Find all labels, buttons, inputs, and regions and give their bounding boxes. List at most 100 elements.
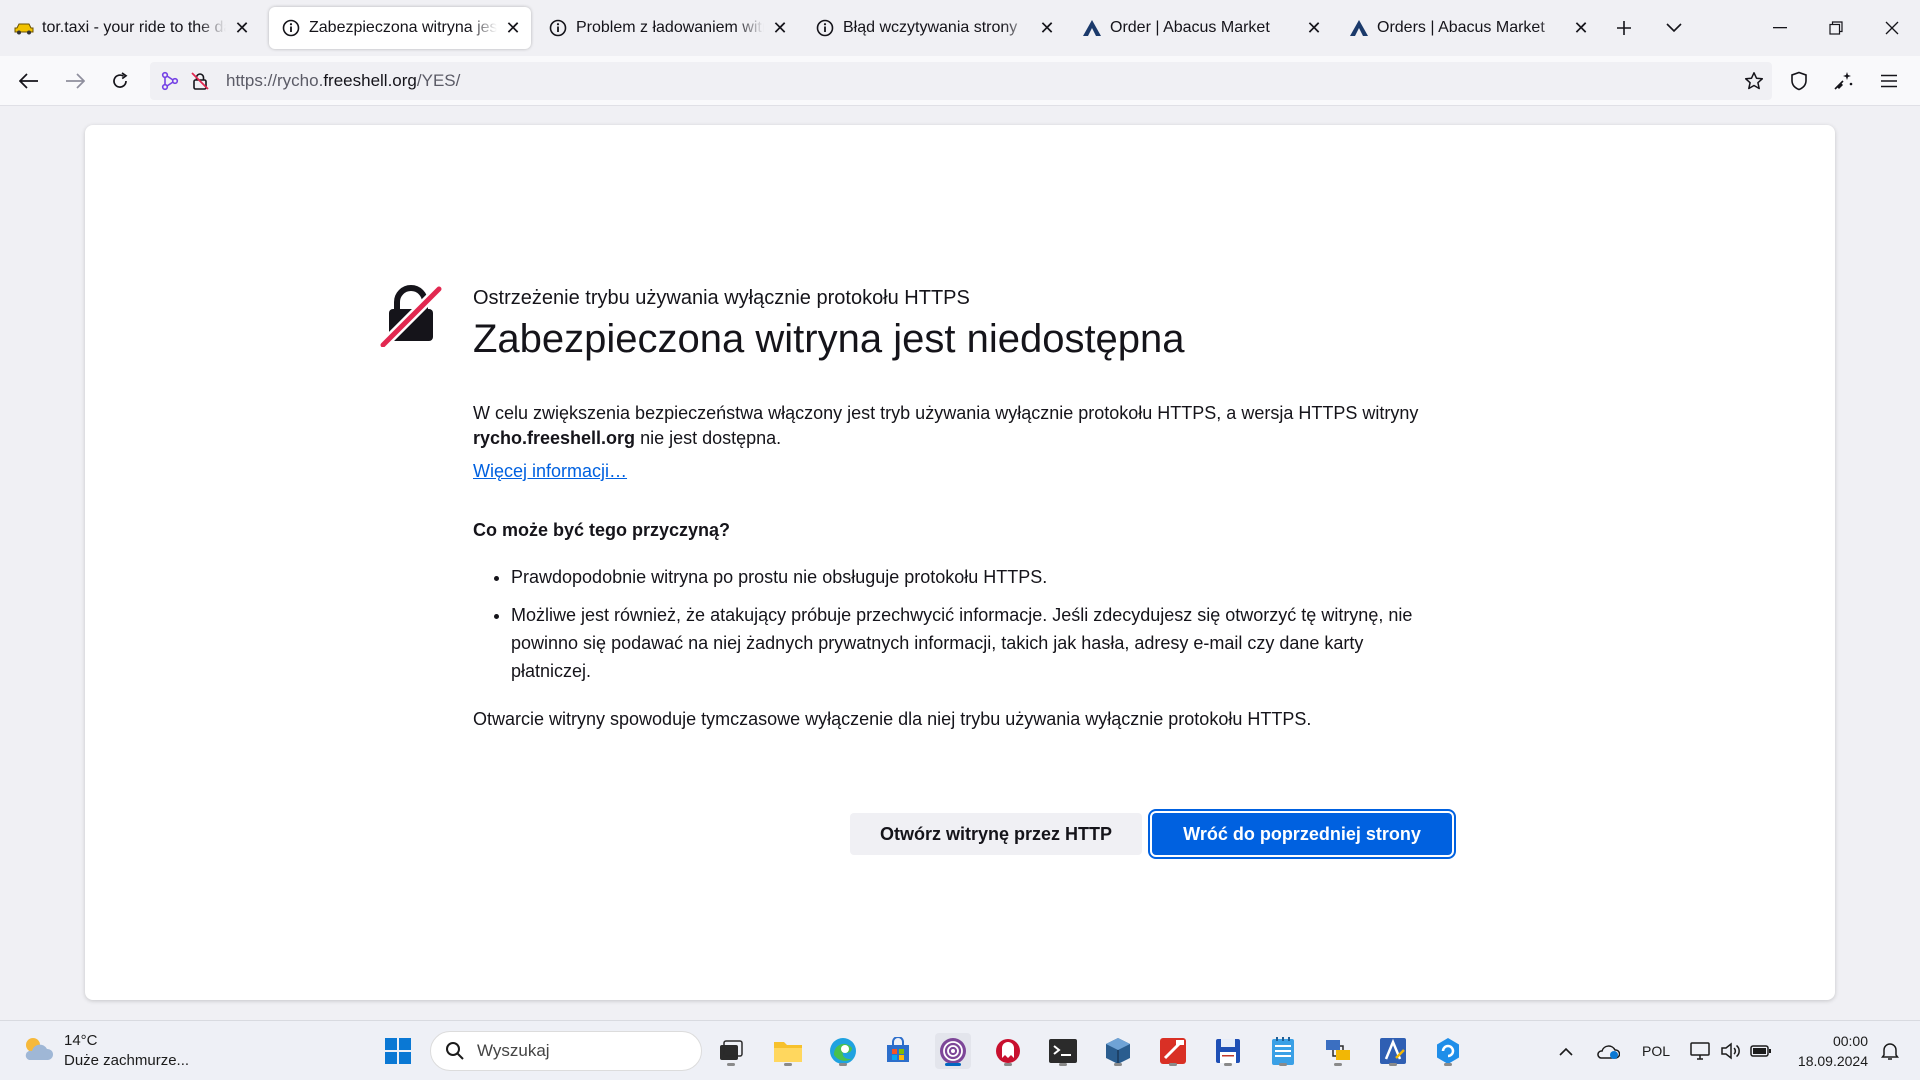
clock-time: 00:00 <box>1832 1033 1868 1049</box>
file-explorer-icon[interactable] <box>770 1033 806 1069</box>
plus-icon <box>1617 21 1631 35</box>
weather-temp: 14°C <box>64 1032 98 1049</box>
arrow-right-icon <box>66 73 85 89</box>
network-icon[interactable] <box>1688 1021 1714 1080</box>
shield-icon <box>1791 71 1807 91</box>
window-close-button[interactable] <box>1864 0 1920 56</box>
tab-label: Zabezpieczona witryna jest niedostępna <box>309 19 497 36</box>
error-message: Ostrzeżenie trybu używania wyłącznie pro… <box>473 285 1443 732</box>
broken-lock-icon <box>379 283 443 349</box>
app-red-icon[interactable] <box>990 1033 1026 1069</box>
running-indicator <box>839 1063 847 1066</box>
tab-page-load-error[interactable]: Błąd wczytywania strony ✕ <box>803 7 1065 49</box>
close-tab-icon[interactable]: ✕ <box>1571 18 1591 38</box>
start-button[interactable] <box>380 1033 416 1069</box>
vpn-app-icon[interactable] <box>1430 1033 1466 1069</box>
abacus-icon <box>1349 18 1369 38</box>
notepad-icon[interactable] <box>1265 1033 1301 1069</box>
causes-heading: Co może być tego przyczyną? <box>473 520 731 540</box>
error-card: Ostrzeżenie trybu używania wyłącznie pro… <box>85 125 1835 1000</box>
tor-circuit-icon[interactable] <box>160 71 180 96</box>
tab-label: Orders | Abacus Market <box>1377 19 1545 36</box>
open-site-note: Otwarcie witryny spowoduje tymczasowe wy… <box>473 709 1312 729</box>
show-hidden-icons-button[interactable] <box>1552 1021 1580 1080</box>
virtualbox-icon[interactable] <box>1100 1033 1136 1069</box>
tab-strip: tor.taxi - your ride to the darkweb ✕ Za… <box>0 0 1920 56</box>
running-indicator <box>1224 1063 1232 1066</box>
url-text[interactable]: https://rycho.freeshell.org/YES/ <box>226 62 460 100</box>
reload-button[interactable] <box>103 64 137 98</box>
save-disk-icon[interactable] <box>1210 1033 1246 1069</box>
reload-icon <box>113 72 128 88</box>
terminal-icon[interactable] <box>1045 1033 1081 1069</box>
security-level-button[interactable] <box>1782 64 1816 98</box>
bell-icon <box>1881 1043 1899 1060</box>
close-tab-icon[interactable]: ✕ <box>770 18 790 38</box>
forward-button[interactable] <box>58 64 92 98</box>
close-tab-icon[interactable]: ✕ <box>1304 18 1324 38</box>
onedrive-icon[interactable] <box>1592 1021 1624 1080</box>
restore-icon <box>1829 21 1843 35</box>
notifications-button[interactable] <box>1872 1021 1908 1080</box>
taxi-icon <box>14 18 34 38</box>
tor-browser-taskbar-icon[interactable] <box>935 1033 971 1069</box>
tab-abacus-order[interactable]: Order | Abacus Market ✕ <box>1070 7 1332 49</box>
taskbar-search[interactable]: Wyszukaj <box>430 1031 702 1071</box>
info-icon <box>815 18 835 38</box>
back-button[interactable] <box>12 64 46 98</box>
task-view-icon[interactable] <box>713 1033 749 1069</box>
minimize-icon <box>1773 27 1787 29</box>
causes-list: Prawdopodobnie witryna po prostu nie obs… <box>473 563 1443 685</box>
tab-label: Błąd wczytywania strony <box>843 19 1018 36</box>
window-minimize-button[interactable] <box>1752 0 1808 56</box>
list-all-tabs-button[interactable] <box>1658 12 1690 44</box>
close-tab-icon[interactable]: ✕ <box>1037 18 1057 38</box>
language-indicator[interactable]: POL <box>1640 1021 1672 1080</box>
running-indicator <box>1444 1063 1452 1066</box>
new-tab-button[interactable] <box>1608 12 1640 44</box>
running-indicator <box>1059 1063 1067 1066</box>
close-tab-icon[interactable]: ✕ <box>503 18 523 38</box>
tab-label: Problem z ładowaniem witryny <box>576 19 764 36</box>
tab-label: Order | Abacus Market <box>1110 19 1270 36</box>
page-content: Ostrzeżenie trybu używania wyłącznie pro… <box>0 107 1920 1020</box>
list-item: Możliwe jest również, że atakujący próbu… <box>511 601 1443 685</box>
volume-icon[interactable] <box>1718 1021 1744 1080</box>
active-indicator <box>945 1063 961 1066</box>
abacus-icon <box>1082 18 1102 38</box>
windows-icon <box>385 1038 411 1064</box>
tab-abacus-orders[interactable]: Orders | Abacus Market ✕ <box>1337 7 1599 49</box>
intro-text-end: nie jest dostępna. <box>635 428 782 448</box>
info-icon <box>548 18 568 38</box>
address-bar[interactable]: https://rycho.freeshell.org/YES/ <box>150 62 1772 100</box>
tab-secure-site-unavailable[interactable]: Zabezpieczona witryna jest niedostępna ✕ <box>269 7 531 49</box>
search-placeholder: Wyszukaj <box>477 1041 550 1060</box>
battery-icon[interactable] <box>1748 1021 1774 1080</box>
insecure-lock-icon[interactable] <box>190 71 210 96</box>
hamburger-menu-icon <box>1881 74 1897 88</box>
chevron-up-icon <box>1559 1047 1573 1056</box>
microsoft-store-icon[interactable] <box>880 1033 916 1069</box>
url-host: freeshell.org <box>323 71 417 90</box>
new-identity-button[interactable] <box>1826 64 1860 98</box>
open-via-http-button[interactable]: Otwórz witrynę przez HTTP <box>850 813 1142 855</box>
close-icon <box>1885 21 1899 35</box>
url-scheme: https://rycho. <box>226 71 324 90</box>
go-back-button[interactable]: Wróć do poprzedniej strony <box>1148 809 1456 859</box>
app-tool-icon[interactable] <box>1155 1033 1191 1069</box>
editor-app-icon[interactable] <box>1375 1033 1411 1069</box>
tab-label: tor.taxi - your ride to the darkweb <box>42 19 226 36</box>
tab-tortaxi[interactable]: tor.taxi - your ride to the darkweb ✕ <box>2 7 260 49</box>
tab-loading-problem[interactable]: Problem z ładowaniem witryny ✕ <box>536 7 798 49</box>
app-menu-button[interactable] <box>1872 64 1906 98</box>
window-restore-button[interactable] <box>1808 0 1864 56</box>
list-item: Prawdopodobnie witryna po prostu nie obs… <box>511 563 1443 591</box>
more-info-link[interactable]: Więcej informacji… <box>473 461 627 482</box>
weather-desc: Duże zachmurze... <box>64 1052 190 1069</box>
weather-widget[interactable]: 14°C Duże zachmurze... <box>20 1031 189 1071</box>
close-tab-icon[interactable]: ✕ <box>232 18 252 38</box>
bookmark-star-icon[interactable] <box>1744 71 1764 96</box>
edge-browser-icon[interactable] <box>825 1033 861 1069</box>
system-clock[interactable]: 00:00 18.09.2024 <box>1798 1031 1868 1071</box>
network-app-icon[interactable] <box>1320 1033 1356 1069</box>
